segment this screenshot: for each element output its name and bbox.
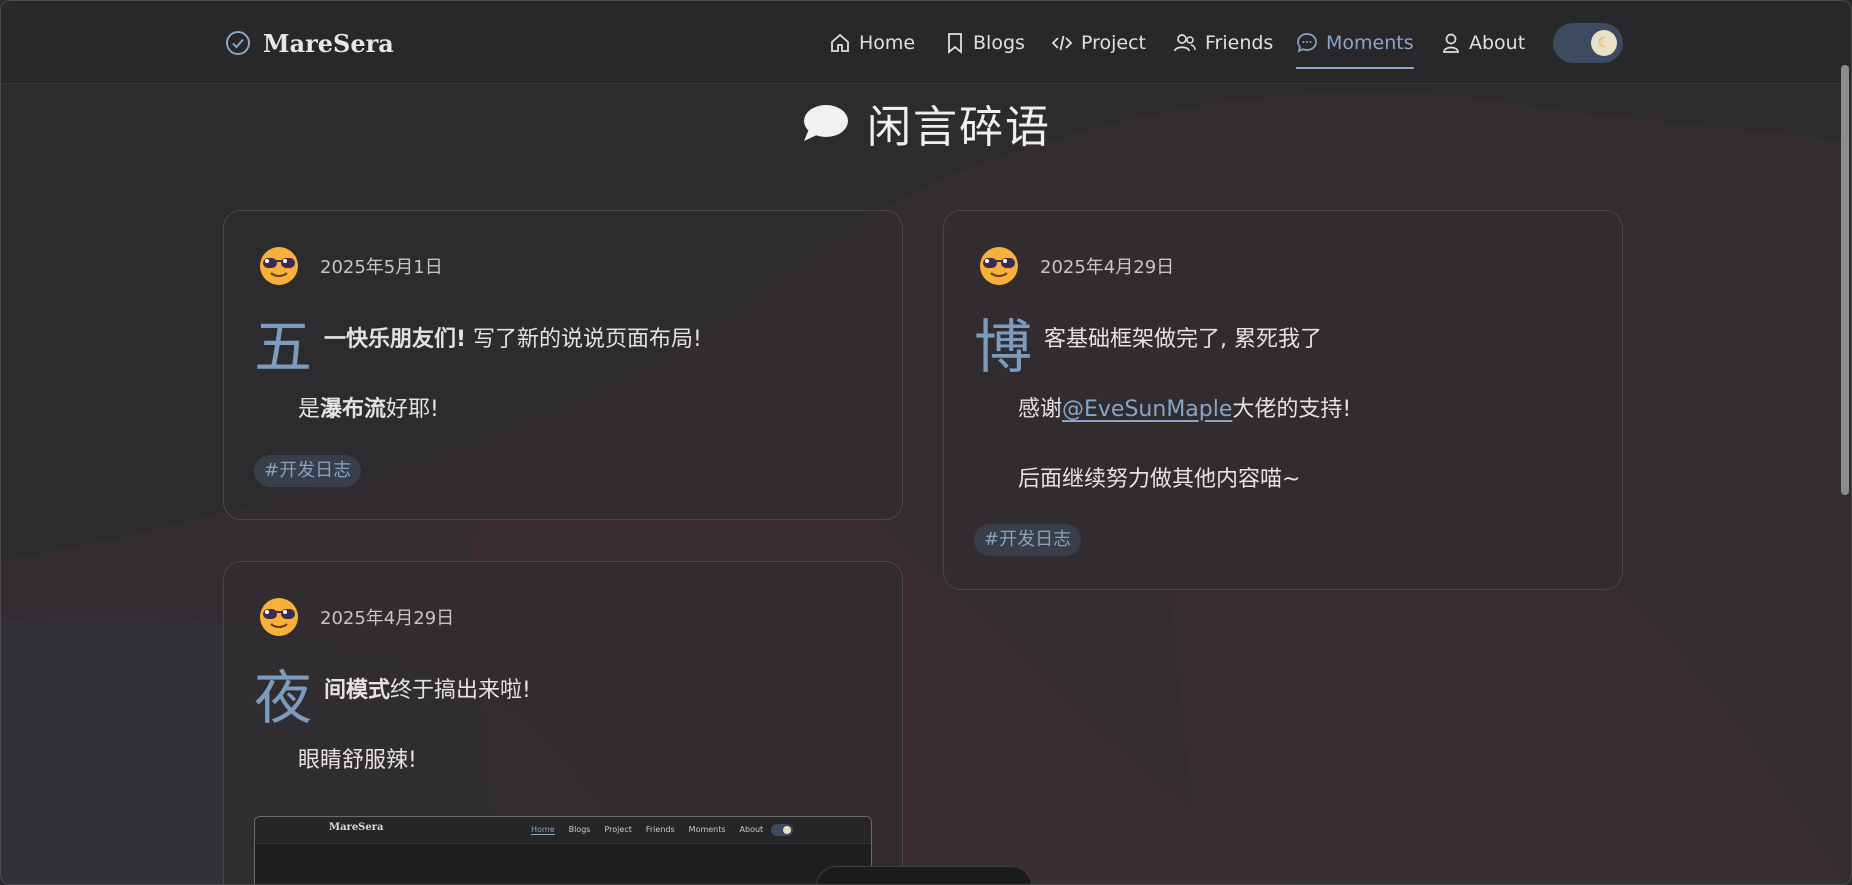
nav-item-label: Blogs <box>973 32 1025 54</box>
user-icon <box>1443 33 1459 53</box>
dropcap: 夜 <box>254 664 313 732</box>
text: 终于搞出来啦! <box>390 678 531 703</box>
moment-date: 2025年4月29日 <box>320 608 455 629</box>
bold-text: 瀑布流 <box>320 397 387 422</box>
moment-date: 2025年4月29日 <box>1040 257 1175 278</box>
nav-item-blogs[interactable]: Blogs <box>945 25 1025 61</box>
mention-link[interactable]: @EveSunMaple <box>1062 397 1232 422</box>
moment-text-line: 后面继续努力做其他内容喵~ <box>1018 467 1301 492</box>
moment-header: 2025年4月29日 <box>978 245 1174 287</box>
thumb-menu-item: Project <box>604 825 632 834</box>
tag-dev-log[interactable]: #开发日志 <box>974 524 1082 556</box>
bookmark-icon <box>948 33 962 54</box>
moment-card: 2025年5月1日 五 一快乐朋友们! 写了新的说说页面布局! 是瀑布流好耶! … <box>223 210 903 520</box>
nav-item-home[interactable]: Home <box>829 25 915 61</box>
nav-item-label: Friends <box>1205 32 1274 54</box>
dropcap: 博 <box>974 313 1033 381</box>
nav-item-friends[interactable]: Friends <box>1173 25 1273 61</box>
check-circle-icon <box>226 31 250 55</box>
page-title-text: 闲言碎语 <box>867 102 1051 153</box>
moment-text-line: 间模式终于搞出来啦! <box>324 672 531 704</box>
nav-item-label: Project <box>1081 32 1147 54</box>
nav-item-label: About <box>1469 32 1526 54</box>
text: 是 <box>298 397 321 422</box>
thumb-menu-item: Blogs <box>568 825 591 834</box>
thumb-menu-item: Friends <box>645 825 675 834</box>
moment-header: 2025年4月29日 <box>258 596 454 638</box>
moment-date: 2025年5月1日 <box>320 257 443 278</box>
sunglasses-emoji-avatar <box>260 598 298 636</box>
thumb-menu: Home Blogs Project Friends Moments About <box>531 825 763 835</box>
text: 大佬的支持! <box>1232 397 1352 422</box>
dropcap: 五 <box>254 313 313 381</box>
moment-text-line: 客基础框架做完了, 累死我了 <box>1044 327 1322 352</box>
screenshot-image[interactable]: MareSera Home Blogs Project Friends Mome… <box>254 816 872 884</box>
top-navbar: MareSera Home Blogs Project Friends Mome… <box>1 1 1851 84</box>
code-icon <box>1051 35 1073 51</box>
floating-dock[interactable] <box>816 866 1032 884</box>
moon-icon: ☾ <box>1591 30 1617 56</box>
thumb-menu-item: About <box>739 825 764 834</box>
theme-toggle[interactable]: ☾ <box>1553 23 1623 63</box>
users-icon <box>1174 34 1196 52</box>
nav-item-about[interactable]: About <box>1441 25 1525 61</box>
thumb-brand: MareSera <box>329 822 384 833</box>
bold-text: 间模式 <box>324 678 391 703</box>
sunglasses-emoji-avatar <box>980 247 1018 285</box>
browser-frame: MareSera Home Blogs Project Friends Mome… <box>0 0 1852 885</box>
chat-bubble-icon <box>1297 33 1317 53</box>
brand-logo[interactable]: MareSera <box>225 27 394 59</box>
text: 写了新的说说页面布局! <box>466 327 702 352</box>
nav-item-label: Home <box>859 32 916 54</box>
moment-card: 2025年4月29日 夜 间模式终于搞出来啦! 眼睛舒服辣! MareSera … <box>223 561 903 884</box>
scrollbar-thumb[interactable] <box>1841 65 1849 495</box>
moment-text-line: 一快乐朋友们! 写了新的说说页面布局! <box>324 321 702 353</box>
bold-text: 一快乐朋友们! <box>324 327 467 352</box>
moment-text-line: 感谢@EveSunMaple大佬的支持! <box>1018 391 1351 423</box>
brand-name: MareSera <box>263 28 394 58</box>
nav-item-moments[interactable]: Moments <box>1296 25 1414 69</box>
sunglasses-emoji-avatar <box>260 247 298 285</box>
text: 感谢 <box>1018 397 1063 422</box>
page-title: 闲言碎语 <box>801 91 1051 155</box>
speech-bubble-icon <box>804 105 848 141</box>
nav-item-label: Moments <box>1326 32 1414 54</box>
nav-item-project[interactable]: Project <box>1051 25 1146 61</box>
thumb-menu-item: Moments <box>688 825 726 834</box>
thumb-theme-toggle <box>771 824 793 836</box>
moment-text-line: 是瀑布流好耶! <box>298 391 439 423</box>
home-icon <box>831 33 849 52</box>
text: 好耶! <box>386 397 439 422</box>
moment-text-line: 眼睛舒服辣! <box>298 748 417 773</box>
thumb-menu-item: Home <box>531 825 555 835</box>
tag-dev-log[interactable]: #开发日志 <box>254 455 362 487</box>
moment-card: 2025年4月29日 博 客基础框架做完了, 累死我了 感谢@EveSunMap… <box>943 210 1623 590</box>
moment-header: 2025年5月1日 <box>258 245 443 287</box>
